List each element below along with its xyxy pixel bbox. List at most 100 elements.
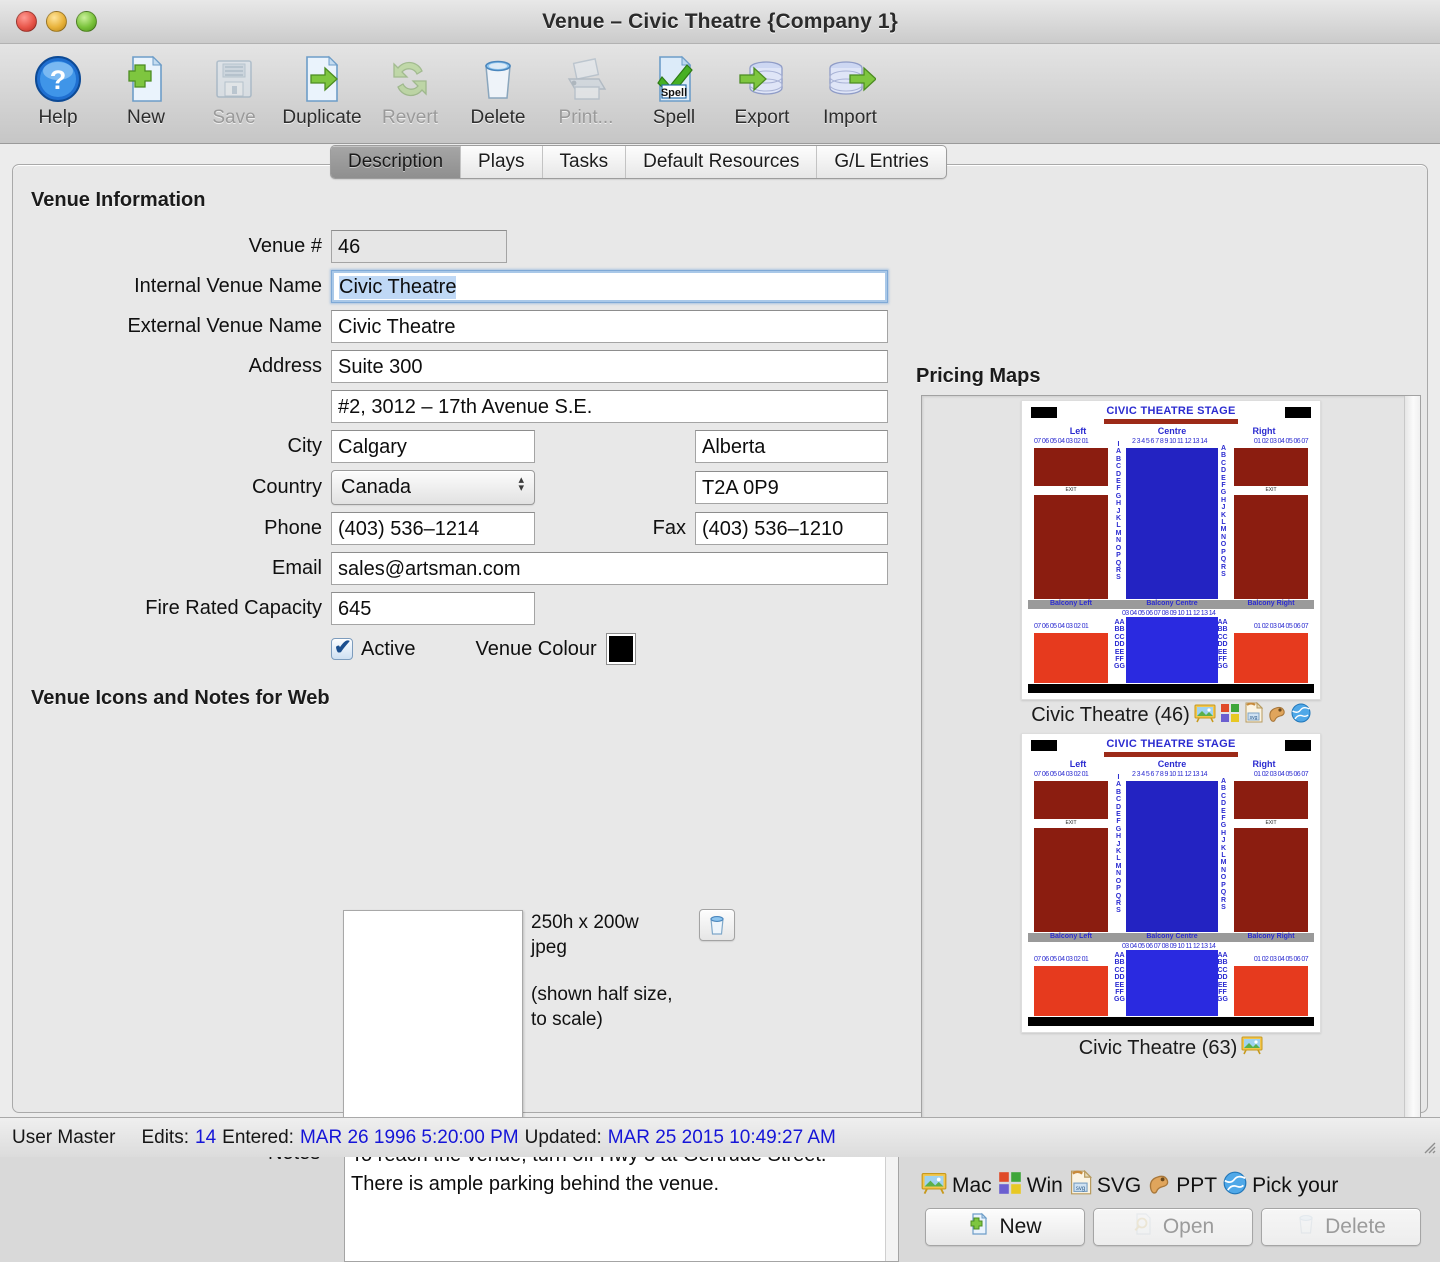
venue-icons-notes-heading: Venue Icons and Notes for Web [31,687,330,709]
balcony-left-numbers: 07 06 05 04 03 02 01 [1034,956,1089,963]
balcony-left-numbers: 07 06 05 04 03 02 01 [1034,623,1089,630]
fax-label: Fax [652,517,686,539]
external-venue-name-label: External Venue Name [127,315,322,337]
mac-icon[interactable] [1194,703,1216,729]
toolbar-button-save[interactable]: Save [190,50,278,129]
window-title: Venue – Civic Theatre {Company 1} [542,9,898,33]
trash-icon [710,916,724,935]
address-line2-input[interactable]: #2, 3012 – 17th Avenue S.E. [331,390,888,423]
section-label-left: Left [1069,426,1087,436]
win-icon [998,1171,1022,1201]
row-letters-right: ABCDEFGHJKLMNOPQRS [1220,778,1227,911]
internal-venue-name-input[interactable]: Civic Theatre [331,270,888,303]
balcony-label-right: Balcony Right [1247,600,1295,607]
field-row-fire-rated-capacity: Fire Rated Capacity 645 [31,592,911,625]
venue-colour-swatch[interactable] [605,633,636,665]
pricing-map-caption: Civic Theatre (46) svg [922,701,1420,729]
fax-input[interactable]: (403) 536–1210 [695,512,888,545]
legend-item-svg[interactable]: svg SVG [1069,1169,1141,1201]
delete-map-button[interactable]: Delete [1261,1208,1421,1246]
external-venue-name-input[interactable]: Civic Theatre [331,310,888,343]
stage-bar [1104,419,1238,424]
tab-description[interactable]: Description [331,146,462,178]
phone-input[interactable]: (403) 536–1214 [331,512,535,545]
pricing-map-item[interactable]: CIVIC THEATRE STAGE Left Centre Right 07… [922,400,1420,729]
description-panel: Venue Information Venue # 46 Internal Ve… [12,164,1428,1262]
venue-number-label: Venue # [248,235,322,257]
toolbar-button-delete[interactable]: Delete [454,50,542,129]
field-row-country-postal: Country Canada ▴ ▾ T2A 0P9 [31,470,911,505]
mac-icon[interactable] [1241,1035,1263,1061]
row-letters-right: ABCDEFGHJKLMNOPQRS [1220,445,1227,578]
tab-plays[interactable]: Plays [461,146,543,178]
close-button[interactable] [16,11,37,32]
toolbar-button-revert[interactable]: Revert [366,50,454,129]
exit-label-left: EXIT [1065,487,1077,493]
tab-gl-entries[interactable]: G/L Entries [817,146,945,178]
svg-text:svg: svg [1076,1186,1085,1192]
toolbar-button-export[interactable]: Export [718,50,806,129]
fire-rated-capacity-input[interactable]: 645 [331,592,535,625]
venue-image-preview[interactable] [343,910,523,1122]
toolbar-button-spell[interactable]: Spell Spell [630,50,718,129]
zoom-button[interactable] [76,11,97,32]
svg-text:Spell: Spell [661,87,687,99]
balcony-left-block [1034,966,1108,1016]
active-checkbox[interactable] [331,635,353,660]
legend-item-ppt[interactable]: PPT [1147,1171,1217,1201]
pricing-maps-scrollbar[interactable] [1404,396,1420,1146]
postal-code-input[interactable]: T2A 0P9 [695,471,888,504]
field-row-phone-fax: Phone (403) 536–1214 Fax (403) 536–1210 [31,512,911,545]
pricing-maps-list[interactable]: CIVIC THEATRE STAGE Left Centre Right 07… [921,395,1421,1147]
orchestra-centre [1126,781,1218,932]
legend-item-web[interactable]: Pick your [1223,1171,1338,1201]
toolbar-button-help[interactable]: ? Help [14,50,102,129]
address-line1-input[interactable]: Suite 300 [331,350,888,383]
web-icon[interactable] [1291,703,1311,729]
toolbar-button-import[interactable]: Import [806,50,894,129]
delete-image-button[interactable] [699,909,735,941]
new-map-button[interactable]: New [925,1208,1085,1246]
status-user: User Master [12,1126,116,1148]
province-input[interactable]: Alberta [695,430,888,463]
venue-information-heading: Venue Information [31,189,206,211]
toolbar-label: Spell [652,107,696,128]
row-letters-left: IABCDEFGHJKLMNOPQRS [1115,441,1122,582]
balcony-centre-block [1126,617,1218,683]
toolbar-button-duplicate[interactable]: Duplicate [278,50,366,129]
toolbar-button-new[interactable]: New [102,50,190,129]
minimize-button[interactable] [46,11,67,32]
section-label-centre: Centre [1157,426,1187,436]
open-map-button[interactable]: Open [1093,1208,1253,1246]
pricing-map-caption-text: Civic Theatre (46) [1031,704,1190,726]
toolbar-button-print[interactable]: Print... [542,50,630,129]
export-db-icon [736,50,788,108]
tab-tasks[interactable]: Tasks [543,146,627,178]
seat-map-thumbnail[interactable]: CIVIC THEATRE STAGE Left Centre Right 07… [1021,733,1321,1033]
new-doc-icon [968,1212,990,1242]
win-icon[interactable] [1220,703,1240,729]
stage-label: CIVIC THEATRE STAGE [1106,738,1236,750]
ppt-icon[interactable] [1267,703,1287,729]
seat-map-thumbnail[interactable]: CIVIC THEATRE STAGE Left Centre Right 07… [1021,400,1321,700]
tab-default-resources[interactable]: Default Resources [626,146,818,178]
field-row-external-venue-name: External Venue Name Civic Theatre [31,310,911,343]
internal-venue-name-value: Civic Theatre [339,276,457,299]
email-input[interactable]: sales@artsman.com [331,552,888,585]
country-select[interactable]: Canada ▴ ▾ [331,470,535,505]
resize-grip-icon[interactable] [1421,1139,1437,1155]
import-db-icon [824,50,876,108]
legend-item-mac[interactable]: Mac [921,1171,992,1201]
balcony-label-centre: Balcony Centre [1146,933,1198,940]
open-map-label: Open [1162,1215,1215,1238]
internal-venue-name-label: Internal Venue Name [134,275,322,297]
balcony-right-numbers: 01 02 03 04 05 06 07 [1253,623,1309,630]
svg-icon[interactable]: svg [1244,701,1263,729]
orchestra-right-front [1234,448,1308,486]
new-map-label: New [999,1215,1042,1238]
email-label: Email [271,557,322,579]
city-input[interactable]: Calgary [331,430,535,463]
status-edits-value: 14 [195,1126,217,1148]
pricing-map-item[interactable]: CIVIC THEATRE STAGE Left Centre Right 07… [922,733,1420,1061]
legend-item-win[interactable]: Win [998,1171,1063,1201]
